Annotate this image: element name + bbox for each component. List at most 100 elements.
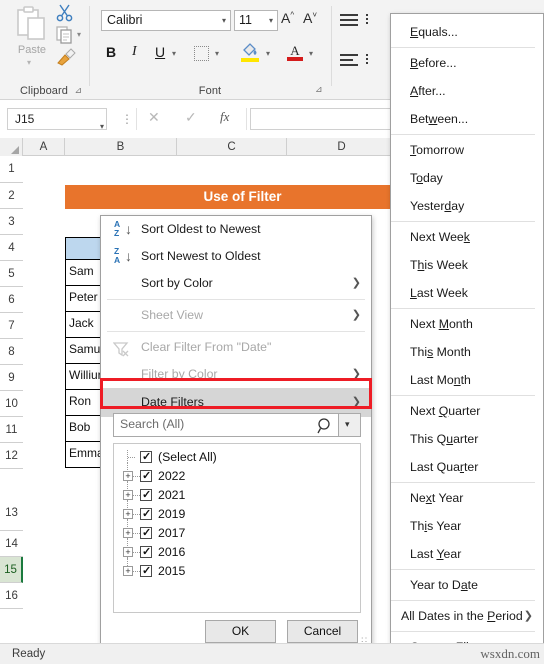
font-dialog-launcher[interactable]: ⊿: [315, 84, 323, 95]
cancel-x-icon[interactable]: ✕: [148, 109, 160, 126]
column-header-d[interactable]: D: [287, 138, 397, 156]
submenu-item-this-quarter[interactable]: This Quarter: [391, 425, 543, 453]
fill-color-dropdown-caret-icon[interactable]: ▾: [266, 49, 270, 58]
submenu-item-tomorrow[interactable]: Tomorrow: [391, 136, 543, 164]
underline-dropdown-caret-icon[interactable]: ▾: [172, 49, 176, 58]
submenu-item-all-dates-in-the-period[interactable]: All Dates in the Period ❯: [391, 602, 543, 630]
chevron-down-icon[interactable]: ▾: [269, 16, 273, 25]
submenu-item-last-week[interactable]: Last Week: [391, 279, 543, 307]
paste-icon[interactable]: [12, 6, 52, 46]
clipboard-dialog-launcher[interactable]: ⊿: [74, 85, 82, 96]
expand-plus-icon[interactable]: +: [123, 547, 133, 557]
menu-item-sort-oldest-to-newest[interactable]: A Z ↓ Sort Oldest to Newest: [101, 216, 371, 243]
checkbox[interactable]: [140, 543, 152, 562]
menu-item-clear-filter[interactable]: Clear Filter From "Date": [101, 334, 371, 361]
list-item[interactable]: + 2017: [114, 520, 360, 543]
submenu-item-today[interactable]: Today: [391, 164, 543, 192]
submenu-item-next-week[interactable]: Next Week: [391, 223, 543, 251]
expand-plus-icon[interactable]: +: [123, 528, 133, 538]
submenu-item-yesterday[interactable]: Yesterday: [391, 192, 543, 220]
checkbox[interactable]: [140, 505, 152, 524]
row-header-14[interactable]: 14: [0, 531, 23, 557]
font-size-combobox[interactable]: 11 ▾: [234, 10, 278, 31]
checkbox[interactable]: [140, 486, 152, 505]
row-header-1[interactable]: 1: [0, 156, 23, 183]
checkbox[interactable]: [140, 448, 152, 467]
filter-value-list[interactable]: (Select All) + 2022 + 2021 +: [113, 443, 361, 613]
checkbox[interactable]: [140, 562, 152, 581]
cancel-button[interactable]: Cancel: [287, 620, 358, 643]
expand-plus-icon[interactable]: +: [123, 471, 133, 481]
row-header-13[interactable]: 13: [0, 469, 23, 531]
insert-function-icon[interactable]: fx: [220, 109, 229, 125]
checkbox[interactable]: [140, 467, 152, 486]
row-header-6[interactable]: 6: [0, 287, 23, 313]
submenu-item-equals[interactable]: Equals...: [391, 18, 543, 46]
copy-dropdown-caret-icon[interactable]: ▾: [77, 30, 81, 39]
expand-plus-icon[interactable]: +: [123, 490, 133, 500]
list-item[interactable]: + 2015: [114, 558, 360, 581]
menu-item-sort-newest-to-oldest[interactable]: Z A ↓ Sort Newest to Oldest: [101, 243, 371, 270]
font-color-icon[interactable]: A: [287, 42, 303, 62]
align-top-icon[interactable]: [340, 14, 358, 27]
name-box[interactable]: J15 ▾: [7, 108, 107, 131]
copy-icon[interactable]: [56, 26, 74, 44]
submenu-item-this-week[interactable]: This Week: [391, 251, 543, 279]
row-header-5[interactable]: 5: [0, 261, 23, 287]
borders-icon[interactable]: [194, 46, 209, 61]
menu-item-sheet-view[interactable]: Sheet View ❯: [101, 302, 371, 329]
select-all-corner-icon[interactable]: [0, 138, 23, 156]
paste-dropdown-caret-icon[interactable]: ▾: [27, 58, 31, 67]
list-item[interactable]: + 2016: [114, 539, 360, 562]
menu-item-filter-by-color[interactable]: Filter by Color ❯: [101, 361, 371, 388]
row-header-12[interactable]: 12: [0, 443, 23, 469]
submenu-item-next-year[interactable]: Next Year: [391, 484, 543, 512]
column-header-c[interactable]: C: [177, 138, 287, 156]
increase-font-size-button[interactable]: A^: [281, 10, 294, 26]
align-center-icon[interactable]: [365, 54, 368, 67]
list-item[interactable]: (Select All): [114, 448, 360, 467]
chevron-down-icon[interactable]: ▾: [222, 16, 226, 25]
submenu-item-last-quarter[interactable]: Last Quarter: [391, 453, 543, 481]
font-color-dropdown-caret-icon[interactable]: ▾: [309, 49, 313, 58]
row-header-7[interactable]: 7: [0, 313, 23, 339]
checkbox[interactable]: [140, 524, 152, 543]
bold-button[interactable]: B: [106, 44, 116, 60]
list-item[interactable]: + 2022: [114, 463, 360, 486]
chevron-down-icon[interactable]: ▾: [100, 122, 104, 131]
format-painter-icon[interactable]: [56, 48, 76, 66]
list-item[interactable]: + 2021: [114, 482, 360, 505]
row-header-15[interactable]: 15: [0, 557, 23, 583]
row-header-3[interactable]: 3: [0, 209, 23, 235]
decrease-font-size-button[interactable]: A˅: [303, 10, 317, 26]
expand-plus-icon[interactable]: +: [123, 566, 133, 576]
font-name-combobox[interactable]: Calibri ▾: [101, 10, 231, 31]
row-header-8[interactable]: 8: [0, 339, 23, 365]
scissors-cut-icon[interactable]: [56, 4, 74, 22]
borders-dropdown-caret-icon[interactable]: ▾: [215, 49, 219, 58]
submenu-item-year-to-date[interactable]: Year to Date: [391, 571, 543, 599]
row-header-9[interactable]: 9: [0, 365, 23, 391]
column-header-a[interactable]: A: [23, 138, 65, 156]
ok-button[interactable]: OK: [205, 620, 276, 643]
submenu-item-next-month[interactable]: Next Month: [391, 310, 543, 338]
submenu-item-last-year[interactable]: Last Year: [391, 540, 543, 568]
submenu-item-next-quarter[interactable]: Next Quarter: [391, 397, 543, 425]
submenu-item-between[interactable]: Between...: [391, 105, 543, 133]
fill-color-icon[interactable]: [241, 42, 259, 62]
row-header-16[interactable]: 16: [0, 583, 23, 609]
submenu-item-after[interactable]: After...: [391, 77, 543, 105]
enter-check-icon[interactable]: ✓: [185, 109, 197, 126]
expand-plus-icon[interactable]: +: [123, 509, 133, 519]
column-header-b[interactable]: B: [65, 138, 177, 156]
row-header-11[interactable]: 11: [0, 417, 23, 443]
search-input[interactable]: Search (All): [113, 413, 339, 437]
title-cell[interactable]: Use of Filter: [65, 185, 420, 209]
submenu-item-last-month[interactable]: Last Month: [391, 366, 543, 394]
submenu-item-this-year[interactable]: This Year: [391, 512, 543, 540]
list-item[interactable]: + 2019: [114, 501, 360, 524]
italic-button[interactable]: I: [132, 44, 137, 60]
search-dropdown-button[interactable]: ▾: [317, 413, 361, 437]
align-left-icon[interactable]: [340, 54, 358, 67]
submenu-item-this-month[interactable]: This Month: [391, 338, 543, 366]
